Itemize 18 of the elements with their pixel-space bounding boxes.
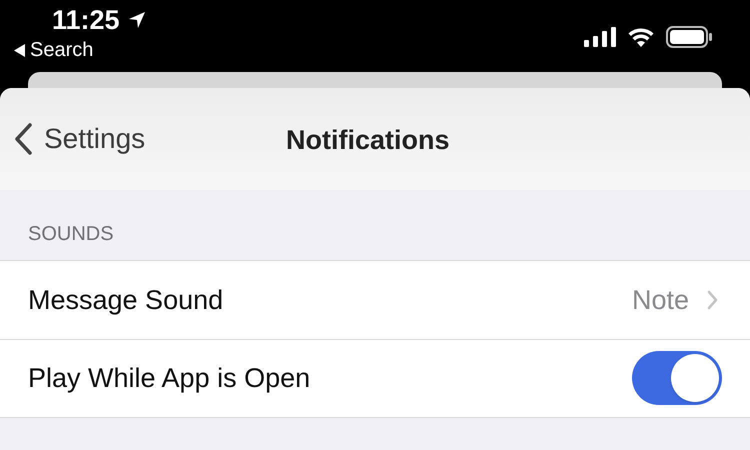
battery-icon xyxy=(666,26,712,48)
chevron-left-icon xyxy=(14,123,32,155)
signal-icon xyxy=(584,27,616,47)
status-time: 11:25 xyxy=(52,4,120,36)
row-value: Note xyxy=(632,284,689,316)
wifi-icon xyxy=(628,27,654,47)
location-arrow-icon xyxy=(128,11,146,29)
page-title: Notifications xyxy=(286,124,450,156)
back-to-app-link[interactable]: Search xyxy=(30,38,94,62)
settings-row[interactable]: Play While App is Open xyxy=(0,339,750,417)
back-button[interactable]: Settings xyxy=(14,122,146,156)
section-header: SOUNDS xyxy=(28,223,114,245)
row-label: Message Sound xyxy=(28,284,224,316)
chevron-right-icon xyxy=(707,290,718,310)
back-triangle-icon[interactable] xyxy=(14,44,25,56)
row-label: Play While App is Open xyxy=(28,362,310,394)
toggle-switch[interactable] xyxy=(632,351,722,405)
settings-row[interactable]: Message Sound Note xyxy=(0,261,750,339)
